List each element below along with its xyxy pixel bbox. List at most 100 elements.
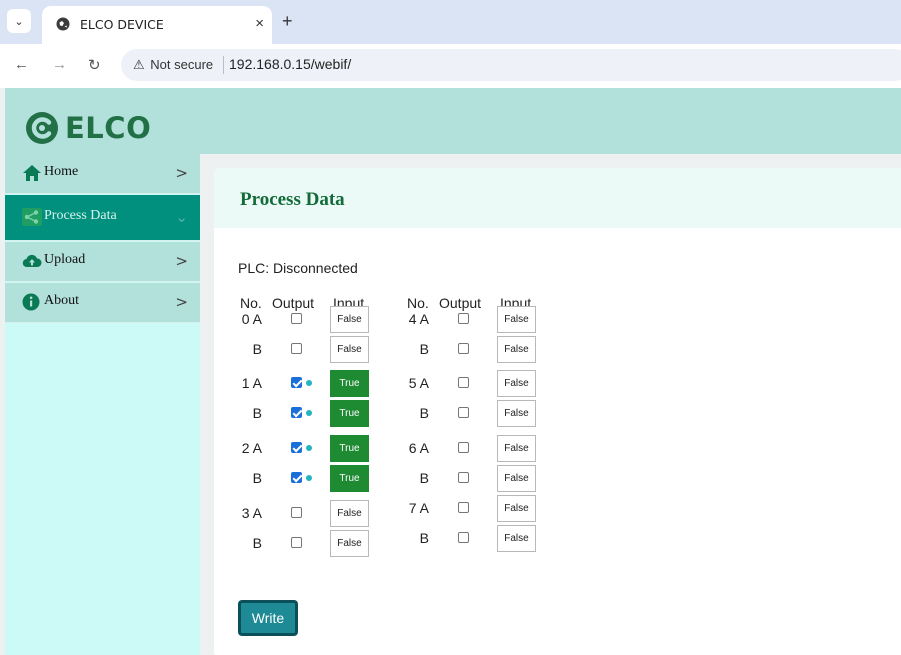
output-active-indicator — [306, 445, 312, 451]
output-active-indicator — [306, 410, 312, 416]
sidebar-item-label: Process Data — [44, 208, 117, 223]
io-channel-label: B — [419, 530, 429, 546]
output-checkbox[interactable] — [458, 532, 469, 543]
tab-title: ELCO DEVICE — [80, 17, 164, 32]
chevron-right-icon: > — [175, 252, 188, 270]
sidebar-item-home[interactable]: Home > — [5, 154, 200, 194]
plc-status: PLC: Disconnected — [238, 260, 358, 276]
output-checkbox[interactable] — [291, 343, 302, 354]
io-channel-label: 4 A — [408, 311, 429, 327]
io-channel-label: 7 A — [408, 500, 429, 516]
security-indicator[interactable]: ⚠ Not secure — [133, 57, 213, 73]
output-checkbox[interactable] — [291, 537, 302, 548]
output-checkbox[interactable] — [291, 407, 302, 418]
logo-text: ELCO — [65, 111, 152, 145]
browser-tab-bar: ⌄ ELCO DEVICE × + — [0, 0, 901, 44]
column-header-no: No. — [240, 295, 262, 311]
io-channel-label: B — [419, 470, 429, 486]
chevron-right-icon: > — [175, 164, 188, 182]
output-checkbox[interactable] — [458, 472, 469, 483]
output-checkbox[interactable] — [458, 502, 469, 513]
card-header: Process Data — [214, 168, 901, 228]
input-value-box: False — [497, 495, 536, 522]
io-channel-label: B — [419, 341, 429, 357]
output-checkbox[interactable] — [291, 442, 302, 453]
input-value-box: False — [330, 530, 369, 557]
share-icon — [22, 208, 42, 226]
url-text[interactable]: 192.168.0.15/webif/ — [229, 56, 351, 72]
info-icon — [22, 293, 40, 311]
sidebar-item-label: About — [44, 293, 79, 308]
output-checkbox[interactable] — [291, 507, 302, 518]
warning-icon: ⚠ — [133, 57, 145, 72]
input-value-box: False — [497, 435, 536, 462]
io-channel-label: 0 A — [241, 311, 262, 327]
tab-search-button[interactable]: ⌄ — [7, 9, 31, 33]
input-value-box: False — [330, 500, 369, 527]
output-checkbox[interactable] — [458, 343, 469, 354]
output-active-indicator — [306, 475, 312, 481]
elco-logo-mark — [26, 112, 58, 144]
input-value-box: False — [497, 400, 536, 427]
output-checkbox[interactable] — [458, 442, 469, 453]
elco-logo[interactable]: ELCO — [25, 108, 151, 148]
io-channel-label: B — [252, 405, 262, 421]
web-page: ELCO Home > Process Data ⌄ Upload > Abou… — [0, 88, 901, 655]
io-channel-label: 2 A — [241, 440, 262, 456]
address-separator — [223, 56, 224, 74]
chevron-right-icon: > — [175, 293, 188, 311]
io-channel-label: 6 A — [408, 440, 429, 456]
globe-icon — [56, 17, 70, 31]
input-value-box: True — [330, 400, 369, 427]
input-value-box: False — [497, 336, 536, 363]
browser-tab[interactable]: ELCO DEVICE × — [42, 6, 272, 44]
sidebar: Home > Process Data ⌄ Upload > About > — [5, 154, 200, 655]
output-checkbox[interactable] — [291, 377, 302, 388]
io-channel-label: B — [252, 341, 262, 357]
page-title: Process Data — [240, 189, 345, 210]
column-header-output: Output — [272, 295, 315, 311]
page-header: ELCO — [5, 88, 901, 154]
input-value-box: True — [330, 370, 369, 397]
input-value-box: False — [330, 306, 369, 333]
cloud-upload-icon — [22, 254, 42, 268]
sidebar-item-process-data[interactable]: Process Data ⌄ — [5, 195, 200, 241]
column-header-output: Output — [439, 295, 482, 311]
forward-arrow-icon[interactable]: → — [52, 56, 67, 73]
input-value-box: False — [497, 525, 536, 552]
reload-icon[interactable]: ↻ — [88, 56, 101, 74]
column-header-no: No. — [407, 295, 429, 311]
plc-status-value: Disconnected — [273, 260, 358, 276]
output-checkbox[interactable] — [458, 313, 469, 324]
process-data-card: Process Data PLC: Disconnected No. Outpu… — [214, 168, 901, 655]
plc-label: PLC: — [238, 260, 270, 276]
chevron-down-icon: ⌄ — [14, 15, 24, 28]
input-value-box: False — [497, 306, 536, 333]
security-label: Not secure — [150, 57, 214, 72]
input-value-box: False — [497, 370, 536, 397]
address-bar[interactable]: ⚠ Not secure 192.168.0.15/webif/ — [121, 49, 901, 81]
output-checkbox[interactable] — [291, 313, 302, 324]
sidebar-item-label: Upload — [44, 252, 86, 267]
output-checkbox[interactable] — [291, 472, 302, 483]
browser-nav-bar: ← → ↻ ⚠ Not secure 192.168.0.15/webif/ — [0, 44, 901, 88]
sidebar-item-about[interactable]: About > — [5, 283, 200, 323]
home-icon — [23, 165, 41, 181]
write-button[interactable]: Write — [238, 600, 298, 636]
close-tab-icon[interactable]: × — [255, 15, 264, 32]
chevron-down-icon: ⌄ — [175, 208, 188, 226]
sidebar-item-upload[interactable]: Upload > — [5, 242, 200, 282]
input-value-box: True — [330, 465, 369, 492]
back-arrow-icon[interactable]: ← — [14, 56, 29, 73]
io-channel-label: 5 A — [408, 375, 429, 391]
new-tab-button[interactable]: + — [282, 11, 293, 32]
input-value-box: False — [497, 465, 536, 492]
sidebar-item-label: Home — [44, 164, 79, 179]
io-channel-label: B — [419, 405, 429, 421]
io-channel-label: B — [252, 535, 262, 551]
output-checkbox[interactable] — [458, 407, 469, 418]
input-value-box: False — [330, 336, 369, 363]
output-checkbox[interactable] — [458, 377, 469, 388]
input-value-box: True — [330, 435, 369, 462]
output-active-indicator — [306, 380, 312, 386]
